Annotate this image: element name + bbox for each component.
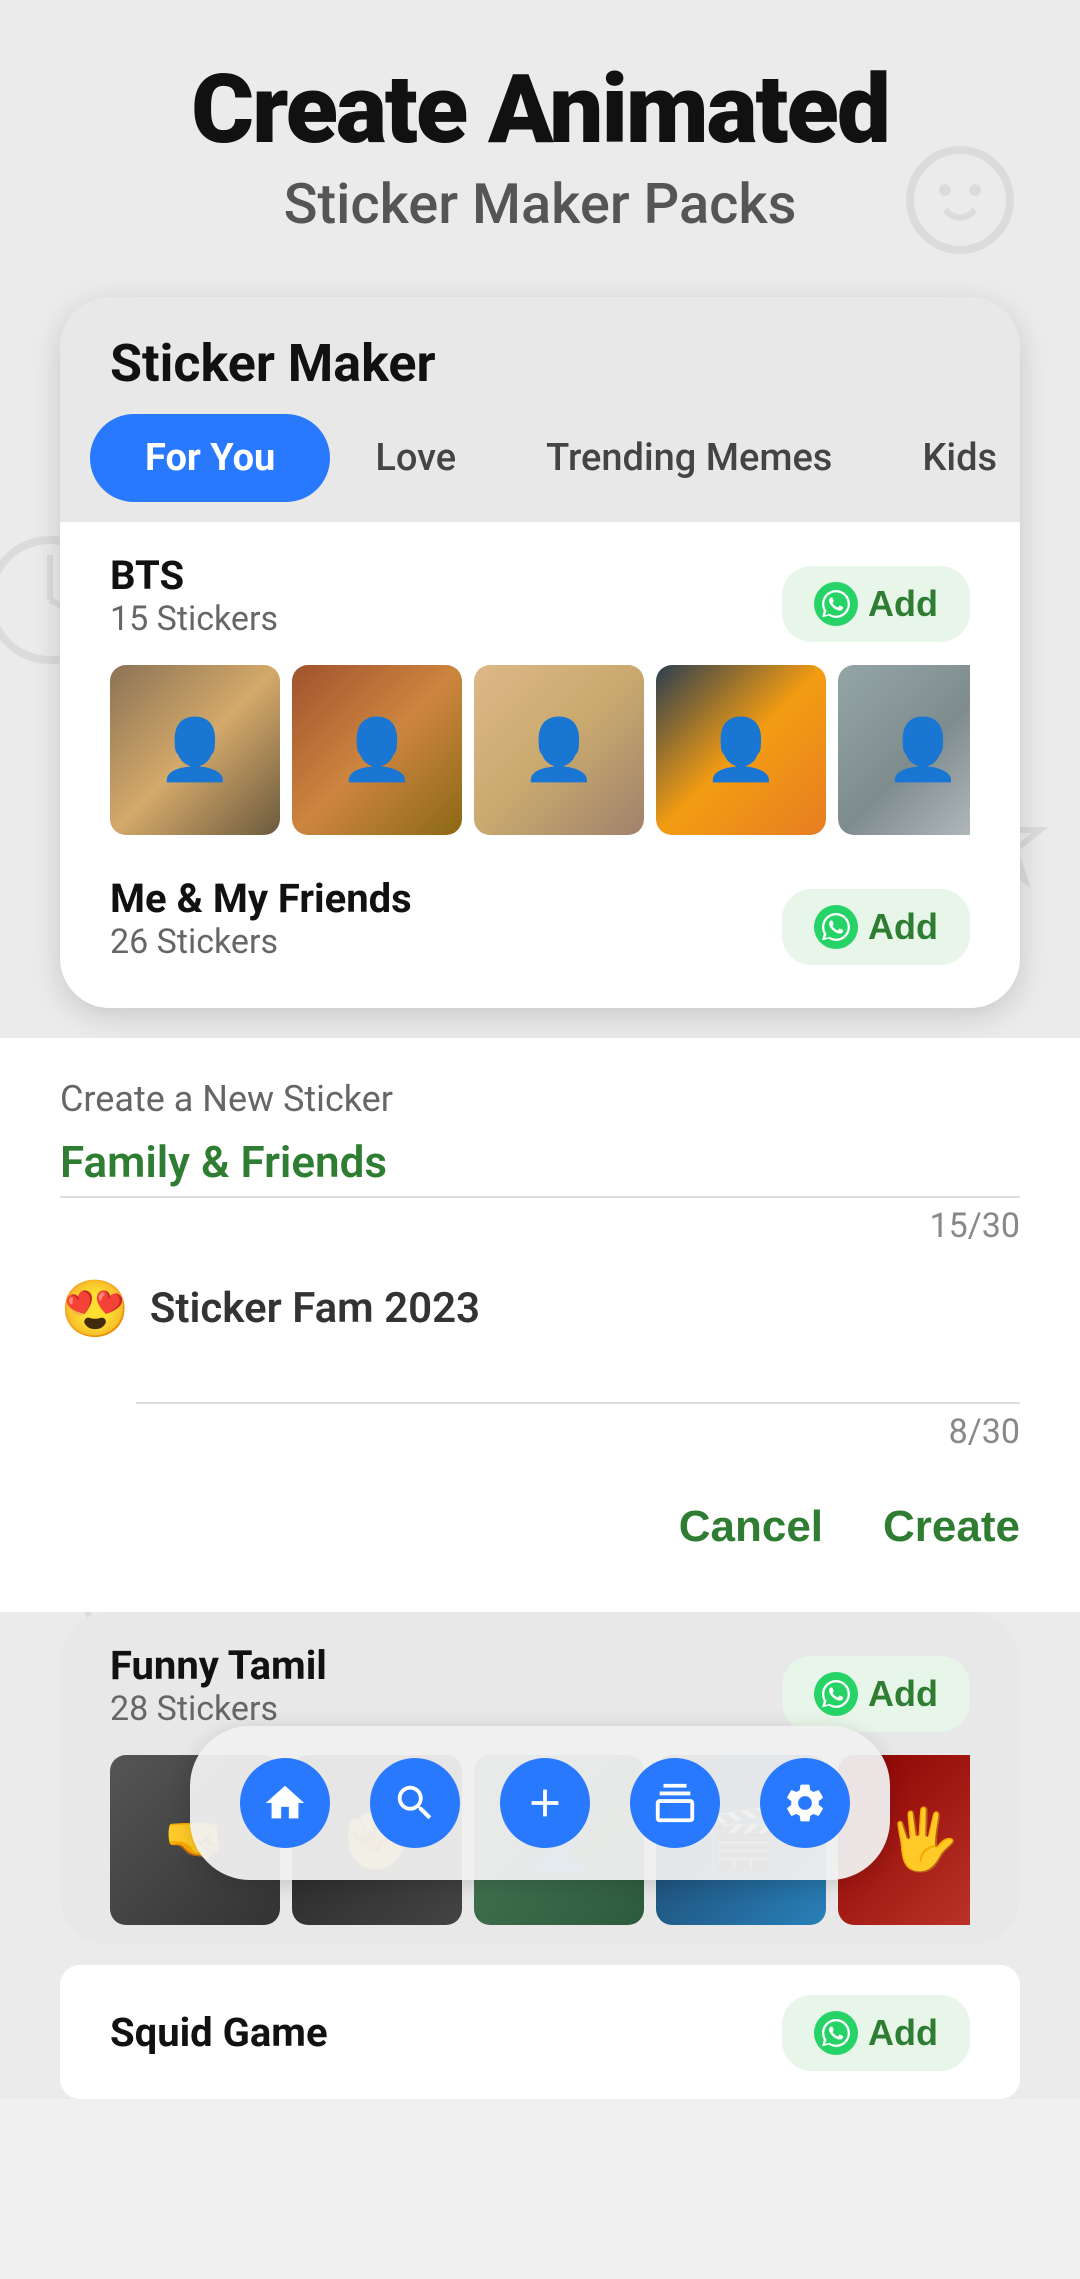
sticker-pack-squid-game: Squid Game Add — [60, 1965, 1020, 2099]
squid-game-header: Squid Game Add — [110, 1995, 970, 2071]
bts-name: BTS 15 Stickers — [110, 552, 278, 657]
nav-search[interactable] — [350, 1748, 480, 1858]
pack-counter-1: 15/30 — [60, 1206, 1020, 1246]
tab-trending[interactable]: Trending Memes — [501, 414, 877, 502]
nav-home[interactable] — [220, 1748, 350, 1858]
friends-add-label: Add — [868, 906, 938, 948]
pack-name-2: Sticker Fam 2023 — [150, 1284, 480, 1333]
squid-game-add-label: Add — [868, 2012, 938, 2054]
tab-love[interactable]: Love — [330, 414, 501, 502]
bts-add-label: Add — [868, 583, 938, 625]
pack-name-input-row-1[interactable]: Family & Friends — [60, 1136, 1020, 1198]
nav-collection[interactable] — [610, 1748, 740, 1858]
cancel-button[interactable]: Cancel — [679, 1502, 823, 1552]
create-button[interactable]: Create — [883, 1502, 1020, 1552]
squid-game-add-button[interactable]: Add — [782, 1995, 970, 2071]
nav-settings[interactable] — [740, 1748, 870, 1858]
header-section: Create Animated Sticker Maker Packs — [0, 0, 1080, 267]
phone-card: Sticker Maker For You Love Trending Meme… — [60, 297, 1020, 1008]
friends-name-group: Me & My Friends 26 Stickers — [110, 875, 412, 980]
pack-name-text-1: Family & Friends — [60, 1136, 1020, 1188]
tab-kids[interactable]: Kids — [877, 414, 1020, 502]
collection-icon — [630, 1758, 720, 1848]
sticker-pack-friends: Me & My Friends 26 Stickers Add — [60, 855, 1020, 1008]
pack-row-2: 😍 Sticker Fam 2023 — [60, 1276, 1020, 1342]
tab-for-you[interactable]: For You — [90, 414, 330, 502]
tab-bar: For You Love Trending Memes Kids — [60, 414, 1020, 522]
create-sticker-dialog: Create a New Sticker Family & Friends 15… — [0, 1038, 1080, 1612]
squid-game-name: Squid Game — [110, 2009, 328, 2056]
bts-add-button[interactable]: Add — [782, 566, 970, 642]
bts-pack-count: 15 Stickers — [110, 599, 278, 639]
funny-tamil-name: Funny Tamil — [110, 1642, 327, 1689]
phone-header: Sticker Maker — [60, 297, 1020, 414]
home-icon — [240, 1758, 330, 1848]
bts-sticker-row: 👤 👤 👤 👤 👤 — [110, 665, 970, 835]
funny-tamil-count: 28 Stickers — [110, 1689, 327, 1729]
whatsapp-icon-squid-game — [814, 2011, 858, 2055]
dialog-label: Create a New Sticker — [60, 1078, 1020, 1120]
friends-pack-count: 26 Stickers — [110, 922, 412, 962]
friends-add-button[interactable]: Add — [782, 889, 970, 965]
bts-thumb-5: 👤 — [838, 665, 970, 835]
pack-emoji: 😍 — [60, 1276, 130, 1342]
phone-header-title: Sticker Maker — [110, 333, 970, 394]
whatsapp-icon-funny-tamil — [814, 1672, 858, 1716]
add-icon — [500, 1758, 590, 1848]
funny-tamil-add-button[interactable]: Add — [782, 1656, 970, 1732]
bts-thumb-4: 👤 — [656, 665, 826, 835]
squid-game-name-group: Squid Game — [110, 2009, 328, 2056]
main-title: Create Animated — [60, 60, 1020, 161]
bts-pack-name: BTS — [110, 552, 278, 599]
bts-thumb-3: 👤 — [474, 665, 644, 835]
nav-add[interactable] — [480, 1748, 610, 1858]
bts-thumb-2: 👤 — [292, 665, 462, 835]
friends-header: Me & My Friends 26 Stickers Add — [110, 875, 970, 980]
whatsapp-icon-bts — [814, 582, 858, 626]
sub-title: Sticker Maker Packs — [60, 171, 1020, 237]
dialog-actions: Cancel Create — [60, 1482, 1020, 1572]
whatsapp-icon-friends — [814, 905, 858, 949]
sticker-pack-bts: BTS 15 Stickers Add 👤 👤 👤 👤 — [60, 522, 1020, 855]
bts-thumb-1: 👤 — [110, 665, 280, 835]
pack-name-input-row-2[interactable] — [136, 1350, 1020, 1404]
friends-pack-name: Me & My Friends — [110, 875, 412, 922]
pack-counter-2: 8/30 — [60, 1412, 1020, 1452]
settings-icon — [760, 1758, 850, 1848]
funny-tamil-add-label: Add — [868, 1673, 938, 1715]
search-icon — [370, 1758, 460, 1848]
bottom-nav — [190, 1726, 890, 1880]
bts-header: BTS 15 Stickers Add — [110, 552, 970, 657]
